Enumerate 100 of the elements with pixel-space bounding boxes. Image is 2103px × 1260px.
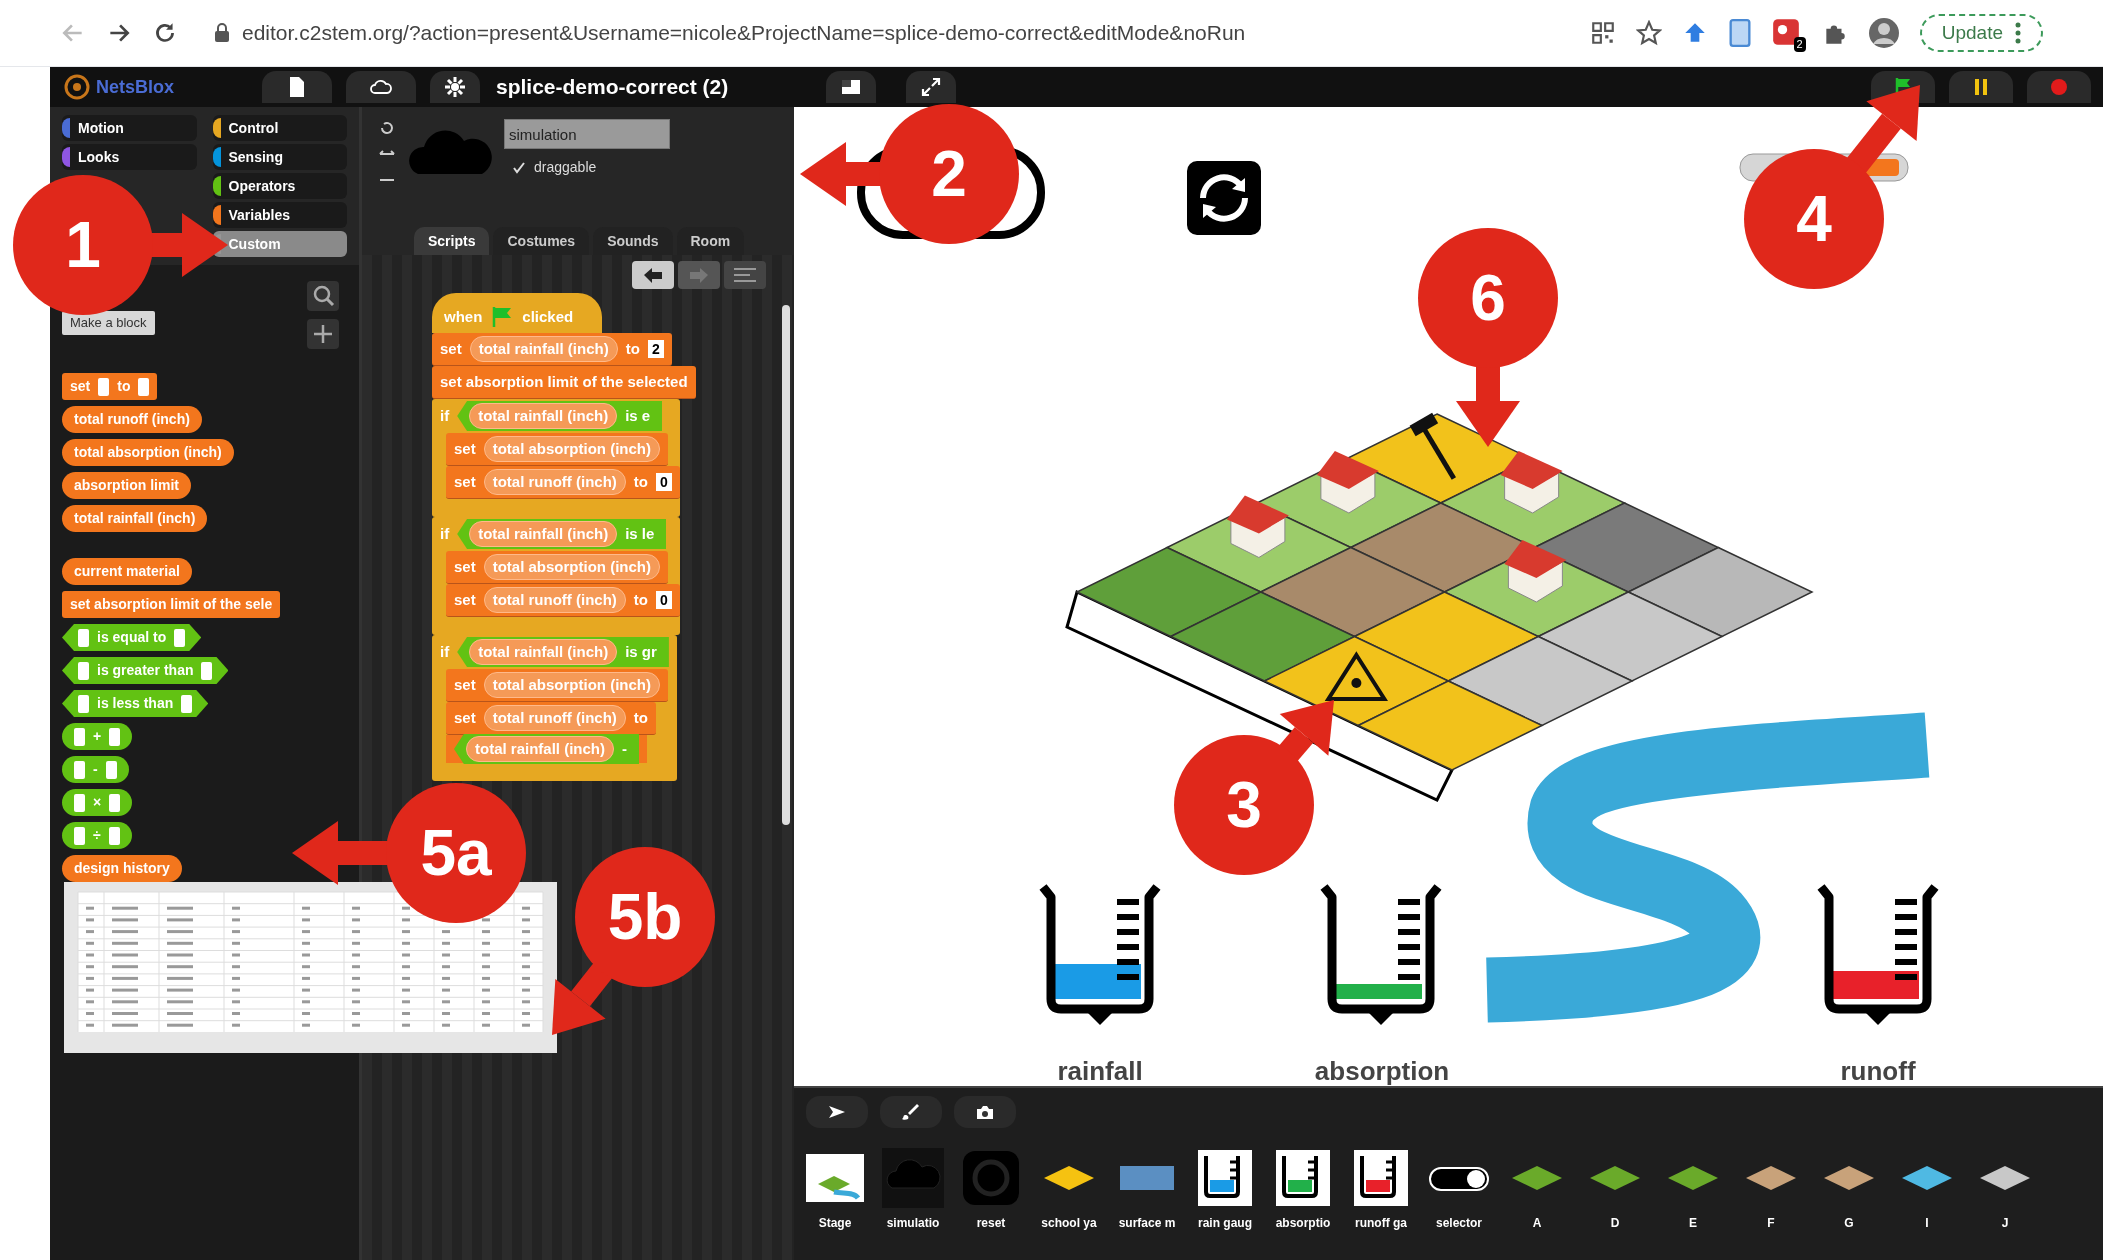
star-icon[interactable] xyxy=(1635,20,1662,46)
command-block[interactable]: set total rainfall (inch) to 2 xyxy=(432,333,672,366)
input-slot[interactable] xyxy=(98,377,110,396)
category-button[interactable]: Motion xyxy=(62,115,197,141)
more-icon[interactable] xyxy=(2015,22,2021,44)
variable-reporter[interactable]: total rainfall (inch) xyxy=(469,638,618,666)
input-slot[interactable] xyxy=(108,826,120,845)
command-block[interactable]: set absorption limit of the selected xyxy=(432,366,696,399)
category-button[interactable]: Operators xyxy=(212,173,347,199)
sprite-thumbnail[interactable] xyxy=(882,1148,944,1208)
refresh-icon[interactable] xyxy=(1187,161,1261,235)
command-block[interactable]: set total runoff (inch) to 0 xyxy=(446,584,680,617)
category-button[interactable]: Variables xyxy=(212,202,347,228)
input-slot[interactable] xyxy=(105,760,117,779)
document-icon[interactable] xyxy=(1727,19,1752,47)
palette-block[interactable]: set absorption limit of the sele xyxy=(62,591,281,618)
hat-block[interactable]: when clicked xyxy=(432,293,602,333)
input-slot[interactable] xyxy=(201,661,213,680)
sprite-name[interactable]: E xyxy=(1689,1214,1697,1232)
category-button[interactable]: Custom xyxy=(212,231,347,257)
category-button[interactable]: Sensing xyxy=(212,144,347,170)
sprite-name[interactable]: runoff ga xyxy=(1355,1214,1407,1232)
palette-block[interactable]: is equal to xyxy=(62,624,202,651)
scrollbar[interactable] xyxy=(782,305,790,825)
input-slot[interactable] xyxy=(138,377,150,396)
palette-block[interactable]: is greater than xyxy=(62,657,229,684)
predicate-block[interactable]: total rainfall (inch) - xyxy=(454,733,639,765)
stop-button[interactable] xyxy=(2027,71,2091,103)
sprite-name[interactable]: simulatio xyxy=(886,1214,940,1232)
variable-reporter[interactable]: total absorption (inch) xyxy=(483,671,660,699)
fullscreen-button[interactable] xyxy=(906,71,956,103)
editor-tab[interactable]: Room xyxy=(676,227,745,255)
if-block[interactable]: if total rainfall (inch) is e set total absorption (inch) set total runoff (inch) to 0 xyxy=(432,399,680,517)
variable-reporter[interactable]: total absorption (inch) xyxy=(483,435,660,463)
input-slot[interactable] xyxy=(181,694,193,713)
sprite-name[interactable]: G xyxy=(1844,1214,1854,1232)
input-slot[interactable] xyxy=(109,727,121,746)
palette-block[interactable]: - xyxy=(62,756,129,783)
predicate-block[interactable]: total rainfall (inch) is gr xyxy=(457,636,669,668)
search-icon[interactable] xyxy=(307,281,339,311)
variable-reporter[interactable]: total rainfall (inch) xyxy=(466,735,614,763)
variable-reporter[interactable]: total absorption (inch) xyxy=(483,553,660,581)
editor-tab[interactable]: Scripts xyxy=(414,227,490,255)
number-slot[interactable]: 0 xyxy=(656,591,672,609)
predicate-block[interactable]: total rainfall (inch) is e xyxy=(457,400,663,432)
number-slot[interactable]: 2 xyxy=(647,340,664,358)
palette-block[interactable]: × xyxy=(62,789,133,816)
input-slot[interactable] xyxy=(78,694,89,713)
input-slot[interactable] xyxy=(74,760,85,779)
extension-icon[interactable] xyxy=(1771,18,1800,46)
sprite-name[interactable]: surface m xyxy=(1118,1214,1176,1232)
variable-reporter[interactable]: total runoff (inch) xyxy=(483,586,626,614)
command-block[interactable]: total rainfall (inch) - xyxy=(446,735,647,763)
variable-reporter[interactable]: total rainfall (inch) xyxy=(469,402,618,430)
make-block-button[interactable]: Make a block xyxy=(62,311,155,335)
variable-reporter[interactable]: total rainfall (inch) xyxy=(469,520,618,548)
input-slot[interactable] xyxy=(78,661,89,680)
editor-tab[interactable]: Sounds xyxy=(593,227,673,255)
sprite-name[interactable]: J xyxy=(2001,1214,2009,1232)
input-slot[interactable] xyxy=(109,793,121,812)
sprite-name[interactable]: F xyxy=(1767,1214,1775,1232)
input-slot[interactable] xyxy=(174,628,186,647)
palette-block[interactable]: set to xyxy=(62,373,158,400)
settings-button[interactable] xyxy=(430,71,480,103)
palette-block[interactable]: ÷ xyxy=(62,822,132,849)
command-block[interactable]: set total absorption (inch) xyxy=(446,551,668,584)
if-block[interactable]: if total rainfall (inch) is le set total absorption (inch) set total runoff (inch) to 0 xyxy=(432,517,680,635)
pause-button[interactable] xyxy=(1949,71,2013,103)
camera-button[interactable] xyxy=(954,1096,1016,1128)
sprite-name[interactable]: reset xyxy=(976,1214,1006,1232)
input-slot[interactable] xyxy=(74,826,85,845)
palette-block[interactable]: design history xyxy=(62,855,182,882)
input-slot[interactable] xyxy=(74,793,85,812)
input-slot[interactable] xyxy=(78,628,89,647)
number-slot[interactable]: 0 xyxy=(656,473,672,491)
command-block[interactable]: set total absorption (inch) xyxy=(446,669,668,702)
variable-reporter[interactable]: total runoff (inch) xyxy=(483,468,626,496)
sprite-name[interactable]: A xyxy=(1532,1214,1542,1232)
variable-reporter[interactable]: total rainfall (inch) xyxy=(469,335,618,363)
palette-block[interactable]: absorption limit xyxy=(62,472,191,499)
palette-block[interactable]: current material xyxy=(62,558,192,585)
rotate-icon[interactable] xyxy=(378,119,396,137)
undo-button[interactable] xyxy=(632,261,674,289)
sprite-name[interactable]: absorptio xyxy=(1275,1214,1331,1232)
sprite-name[interactable]: selector xyxy=(1436,1214,1482,1232)
palette-block[interactable]: + xyxy=(62,723,133,750)
if-block[interactable]: if total rainfall (inch) is gr set total absorption (inch) set total runoff (inch) to total rainfall (inch) - xyxy=(432,635,677,781)
category-button[interactable]: Control xyxy=(212,115,347,141)
plus-icon[interactable] xyxy=(307,319,339,349)
command-block[interactable]: set total absorption (inch) xyxy=(446,433,668,466)
command-block[interactable]: set total runoff (inch) to 0 xyxy=(446,466,680,499)
palette-block[interactable]: total absorption (inch) xyxy=(62,439,234,466)
sprite-name[interactable]: rain gaug xyxy=(1198,1214,1252,1232)
predicate-block[interactable]: total rainfall (inch) is le xyxy=(457,518,667,550)
arrow-button[interactable] xyxy=(806,1096,868,1128)
sprite-name[interactable]: I xyxy=(1925,1214,1929,1232)
update-button[interactable]: Update xyxy=(1919,14,2043,52)
clean-up-button[interactable] xyxy=(724,261,766,289)
command-block[interactable]: set total runoff (inch) to xyxy=(446,702,656,735)
sprite-name[interactable]: D xyxy=(1610,1214,1620,1232)
